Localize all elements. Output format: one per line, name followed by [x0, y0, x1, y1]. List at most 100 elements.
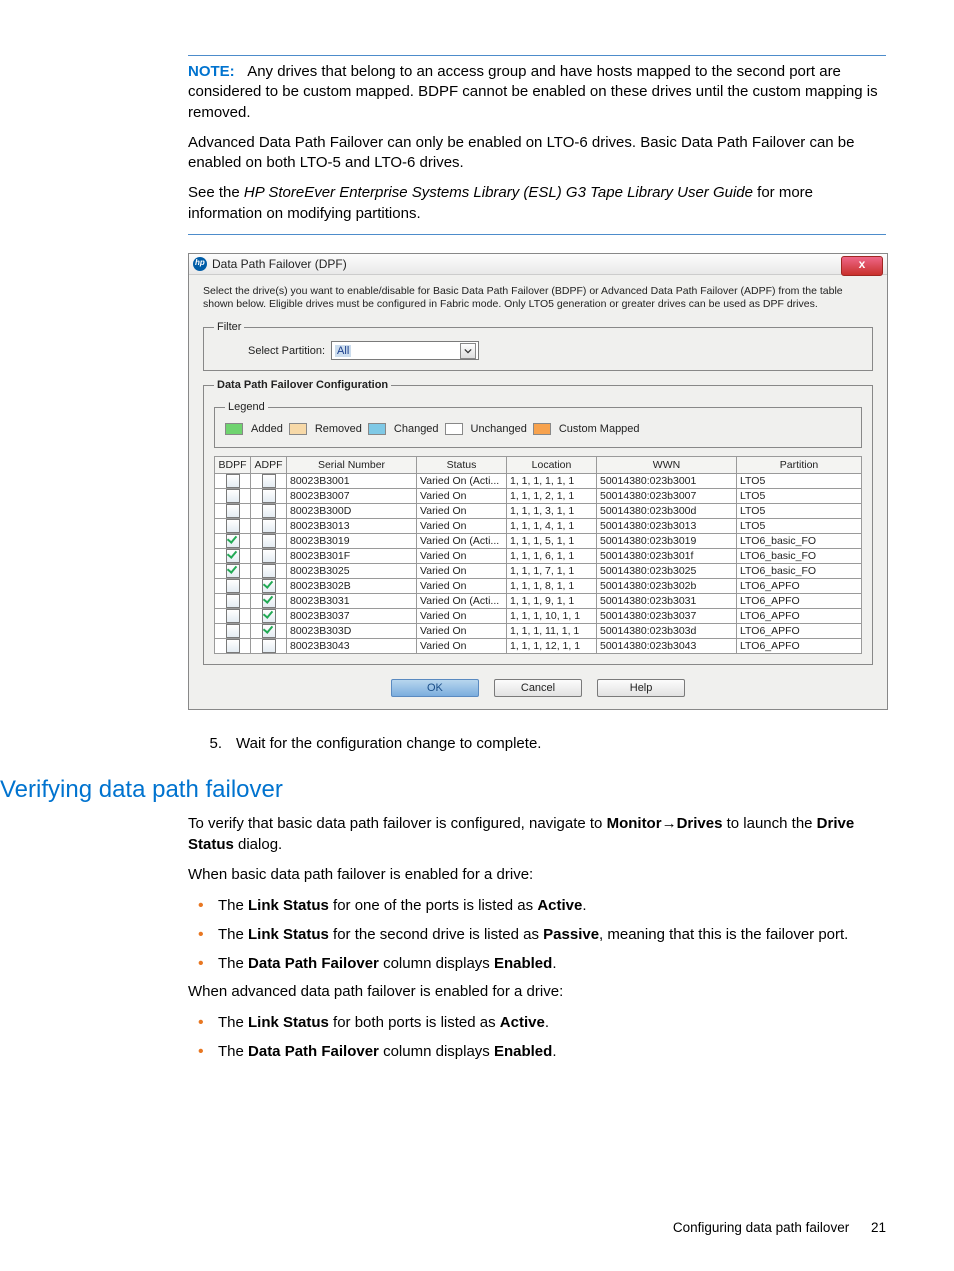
- cell-location: 1, 1, 1, 1, 1, 1: [507, 474, 597, 489]
- cell-partition: LTO6_APFO: [737, 609, 862, 624]
- bdpf-checkbox[interactable]: [226, 594, 240, 608]
- bdpf-checkbox[interactable]: [226, 609, 240, 623]
- help-button[interactable]: Help: [597, 679, 685, 697]
- swatch-changed-icon: [368, 423, 386, 435]
- bdpf-checkbox[interactable]: [226, 534, 240, 548]
- bdpf-checkbox[interactable]: [226, 504, 240, 518]
- bdpf-checkbox[interactable]: [226, 564, 240, 578]
- swatch-removed-icon: [289, 423, 307, 435]
- cell-status: Varied On: [417, 624, 507, 639]
- dialog-titlebar[interactable]: Data Path Failover (DPF) x: [189, 254, 887, 275]
- cell-location: 1, 1, 1, 3, 1, 1: [507, 504, 597, 519]
- adpf-checkbox[interactable]: [262, 594, 276, 608]
- adpf-checkbox[interactable]: [262, 534, 276, 548]
- bdpf-checkbox[interactable]: [226, 489, 240, 503]
- table-row[interactable]: 80023B3001Varied On (Acti...1, 1, 1, 1, …: [215, 474, 862, 489]
- verify-para-3: When advanced data path failover is enab…: [188, 982, 886, 1002]
- verify-para-1: To verify that basic data path failover …: [188, 814, 886, 855]
- bdpf-checkbox[interactable]: [226, 474, 240, 488]
- adpf-checkbox[interactable]: [262, 519, 276, 533]
- chevron-down-icon[interactable]: [460, 343, 476, 359]
- col-bdpf[interactable]: BDPF: [215, 457, 251, 474]
- cell-partition: LTO5: [737, 489, 862, 504]
- adpf-checkbox[interactable]: [262, 474, 276, 488]
- list-item: The Link Status for both ports is listed…: [188, 1012, 886, 1033]
- col-wwn[interactable]: WWN: [597, 457, 737, 474]
- table-row[interactable]: 80023B3019Varied On (Acti...1, 1, 1, 5, …: [215, 534, 862, 549]
- cell-partition: LTO6_APFO: [737, 594, 862, 609]
- cell-wwn: 50014380:023b3037: [597, 609, 737, 624]
- cell-status: Varied On: [417, 609, 507, 624]
- cancel-button[interactable]: Cancel: [494, 679, 582, 697]
- cell-status: Varied On (Acti...: [417, 474, 507, 489]
- swatch-custom-icon: [533, 423, 551, 435]
- note-para-2: Advanced Data Path Failover can only be …: [188, 133, 886, 174]
- table-row[interactable]: 80023B302BVaried On1, 1, 1, 8, 1, 150014…: [215, 579, 862, 594]
- table-row[interactable]: 80023B300DVaried On1, 1, 1, 3, 1, 150014…: [215, 504, 862, 519]
- list-item: The Link Status for the second drive is …: [188, 924, 886, 945]
- adpf-checkbox[interactable]: [262, 639, 276, 653]
- swatch-unchanged-icon: [445, 423, 463, 435]
- cell-partition: LTO5: [737, 504, 862, 519]
- cell-status: Varied On: [417, 504, 507, 519]
- cell-status: Varied On: [417, 549, 507, 564]
- cell-status: Varied On: [417, 489, 507, 504]
- col-partition[interactable]: Partition: [737, 457, 862, 474]
- cell-location: 1, 1, 1, 9, 1, 1: [507, 594, 597, 609]
- adpf-checkbox[interactable]: [262, 549, 276, 563]
- cell-status: Varied On (Acti...: [417, 594, 507, 609]
- adpf-checkbox[interactable]: [262, 504, 276, 518]
- page-number: 21: [871, 1220, 886, 1235]
- table-row[interactable]: 80023B3025Varied On1, 1, 1, 7, 1, 150014…: [215, 564, 862, 579]
- adpf-checkbox[interactable]: [262, 609, 276, 623]
- bdpf-checkbox[interactable]: [226, 624, 240, 638]
- select-partition-dropdown[interactable]: All: [331, 341, 479, 360]
- cell-location: 1, 1, 1, 7, 1, 1: [507, 564, 597, 579]
- table-row[interactable]: 80023B303DVaried On1, 1, 1, 11, 1, 15001…: [215, 624, 862, 639]
- table-row[interactable]: 80023B3037Varied On1, 1, 1, 10, 1, 15001…: [215, 609, 862, 624]
- ok-button[interactable]: OK: [391, 679, 479, 697]
- cell-location: 1, 1, 1, 8, 1, 1: [507, 579, 597, 594]
- cell-serial: 80023B3007: [287, 489, 417, 504]
- cell-location: 1, 1, 1, 10, 1, 1: [507, 609, 597, 624]
- bdpf-checkbox[interactable]: [226, 639, 240, 653]
- adpf-checkbox[interactable]: [262, 624, 276, 638]
- cell-location: 1, 1, 1, 12, 1, 1: [507, 639, 597, 654]
- list-item: The Data Path Failover column displays E…: [188, 953, 886, 974]
- table-row[interactable]: 80023B3031Varied On (Acti...1, 1, 1, 9, …: [215, 594, 862, 609]
- cell-wwn: 50014380:023b3007: [597, 489, 737, 504]
- col-location[interactable]: Location: [507, 457, 597, 474]
- bdpf-checkbox[interactable]: [226, 549, 240, 563]
- bdpf-checkbox[interactable]: [226, 519, 240, 533]
- adpf-checkbox[interactable]: [262, 489, 276, 503]
- cell-partition: LTO6_basic_FO: [737, 564, 862, 579]
- cell-location: 1, 1, 1, 5, 1, 1: [507, 534, 597, 549]
- bdpf-checkbox[interactable]: [226, 579, 240, 593]
- swatch-added-icon: [225, 423, 243, 435]
- table-row[interactable]: 80023B301FVaried On1, 1, 1, 6, 1, 150014…: [215, 549, 862, 564]
- cell-partition: LTO5: [737, 474, 862, 489]
- hp-logo-icon: [193, 257, 207, 271]
- table-row[interactable]: 80023B3043Varied On1, 1, 1, 12, 1, 15001…: [215, 639, 862, 654]
- cell-status: Varied On: [417, 519, 507, 534]
- col-adpf[interactable]: ADPF: [251, 457, 287, 474]
- dialog-button-row: OK Cancel Help: [203, 679, 873, 697]
- adpf-checkbox[interactable]: [262, 564, 276, 578]
- cell-wwn: 50014380:023b3025: [597, 564, 737, 579]
- cell-serial: 80023B302B: [287, 579, 417, 594]
- col-serial[interactable]: Serial Number: [287, 457, 417, 474]
- cell-serial: 80023B301F: [287, 549, 417, 564]
- cell-wwn: 50014380:023b3019: [597, 534, 737, 549]
- note-label: NOTE:: [188, 63, 235, 80]
- cell-wwn: 50014380:023b3013: [597, 519, 737, 534]
- adpf-checkbox[interactable]: [262, 579, 276, 593]
- cell-wwn: 50014380:023b301f: [597, 549, 737, 564]
- dpf-dialog: Data Path Failover (DPF) x Select the dr…: [188, 253, 888, 710]
- table-row[interactable]: 80023B3007Varied On1, 1, 1, 2, 1, 150014…: [215, 489, 862, 504]
- table-row[interactable]: 80023B3013Varied On1, 1, 1, 4, 1, 150014…: [215, 519, 862, 534]
- col-status[interactable]: Status: [417, 457, 507, 474]
- cell-serial: 80023B300D: [287, 504, 417, 519]
- select-partition-value: All: [335, 345, 351, 357]
- cell-location: 1, 1, 1, 11, 1, 1: [507, 624, 597, 639]
- close-button[interactable]: x: [841, 256, 883, 276]
